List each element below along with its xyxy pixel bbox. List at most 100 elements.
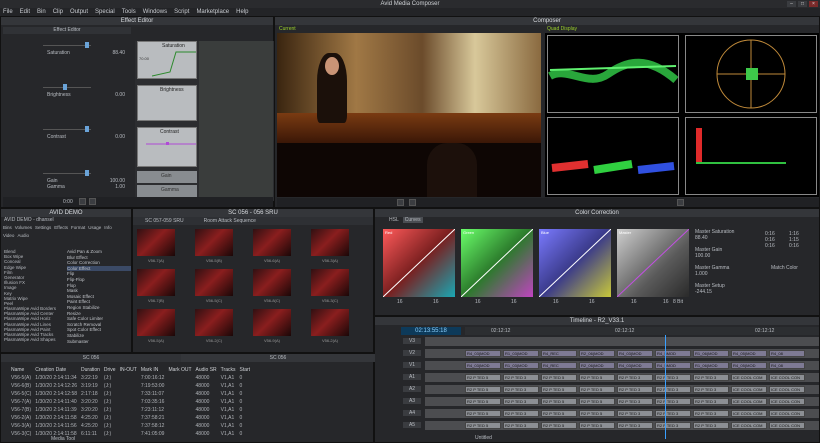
- contrast-slider[interactable]: [3, 124, 131, 134]
- menu-item-tools[interactable]: Tools: [122, 8, 136, 16]
- timeline-clip[interactable]: R1_03(MOD: [503, 362, 539, 369]
- timeline-clip[interactable]: R4_03(MOD: [465, 362, 501, 369]
- master-curve[interactable]: Master: [617, 229, 689, 297]
- timeline-clip[interactable]: R2 P TED 3: [503, 386, 539, 393]
- timeline-clip[interactable]: ICE COOL COM: [731, 410, 767, 417]
- clip-thumbnail[interactable]: V56-7(A): [137, 229, 175, 263]
- timeline-clip[interactable]: R2_06(MOD: [579, 350, 615, 357]
- column-header[interactable]: Mark IN: [139, 366, 167, 374]
- timeline-clip[interactable]: R2 P TED 3: [503, 374, 539, 381]
- clip-thumbnail[interactable]: V56-7(B): [137, 269, 175, 303]
- timeline-clip[interactable]: R2 P TED 5: [579, 374, 615, 381]
- timeline-clip[interactable]: R2 P TED 3: [693, 422, 729, 429]
- timeline-clip[interactable]: ICE COOL CON: [769, 386, 805, 393]
- timeline-clip[interactable]: R1_06(MOD: [693, 362, 729, 369]
- table-row[interactable]: V56-7(B) 1/30/20 2:14:11:39 3:20:20 (J:) 7:2…: [9, 406, 252, 414]
- timeline-clip[interactable]: ICE COOL CON: [769, 422, 805, 429]
- timeline-clip[interactable]: R2 P TED 3: [693, 374, 729, 381]
- tab-settings[interactable]: Settings: [35, 224, 51, 232]
- column-header[interactable]: Start: [237, 366, 252, 374]
- track-label[interactable]: V1: [403, 362, 421, 368]
- timeline-clip[interactable]: R2 P TED 3: [655, 410, 691, 417]
- timeline-clip[interactable]: R1_03(MOD: [503, 350, 539, 357]
- play-button[interactable]: [79, 198, 86, 205]
- play-button[interactable]: [409, 199, 416, 206]
- timeline-clip[interactable]: R2 P TED 3: [693, 398, 729, 405]
- timeline-clip[interactable]: R4_5MOD: [655, 350, 691, 357]
- timeline-clip[interactable]: R2 P TED 3: [503, 410, 539, 417]
- column-header[interactable]: IN-OUT: [118, 366, 139, 374]
- subtab-audio[interactable]: Audio: [17, 232, 29, 239]
- tab-format[interactable]: Format: [71, 224, 85, 232]
- clip-thumbnail[interactable]: V56-5(B): [195, 229, 233, 263]
- tab-curves[interactable]: Curves: [402, 217, 423, 223]
- saturation-graph[interactable]: Saturation 70.00: [137, 41, 197, 79]
- tab-room-attack[interactable]: Room Attack Sequence: [204, 217, 256, 225]
- timeline-clip[interactable]: R2 P TED 5: [579, 422, 615, 429]
- timeline-clip[interactable]: R2 P TED 5: [579, 410, 615, 417]
- step-forward-button[interactable]: [677, 199, 684, 206]
- track-label[interactable]: V3: [403, 338, 421, 344]
- minimize-icon[interactable]: –: [787, 1, 796, 7]
- track-label[interactable]: V2: [403, 350, 421, 356]
- clip-thumbnail[interactable]: V56-5(A): [137, 309, 175, 343]
- timeline-clip[interactable]: R4_03(MOD: [617, 350, 653, 357]
- timeline-clip[interactable]: R2 P TED 3: [655, 422, 691, 429]
- timeline-clip[interactable]: ICE COOL CON: [769, 398, 805, 405]
- column-header[interactable]: Duration: [79, 366, 102, 374]
- maximize-icon[interactable]: □: [798, 1, 807, 7]
- table-row[interactable]: V56-6(B) 1/30/20 2:14:12:26 3:19:19 (J:) 7:1…: [9, 382, 252, 390]
- timeline-clip[interactable]: R2 P TED 5: [541, 386, 577, 393]
- timeline-clip[interactable]: R2 P TED 5: [465, 386, 501, 393]
- quad-display[interactable]: [545, 33, 819, 197]
- timeline-clip[interactable]: R4_REC: [541, 362, 577, 369]
- timeline-clip[interactable]: R4_REC: [541, 350, 577, 357]
- clip-thumbnail[interactable]: V56-6(A): [253, 229, 291, 263]
- tab-usage[interactable]: Usage: [88, 224, 101, 232]
- timeline-clip[interactable]: R4_05(MOD: [731, 362, 767, 369]
- master-value[interactable]: 100.00: [695, 253, 761, 259]
- timeline-clip[interactable]: R2 P TED 5: [465, 398, 501, 405]
- tab-volumes[interactable]: Volumes: [15, 224, 32, 232]
- timeline-clip[interactable]: R2 P TED 3: [655, 398, 691, 405]
- subtab-video[interactable]: Video: [3, 232, 14, 239]
- track-v1[interactable]: V1 R4_03(MOD R1_03(MOD R4_REC R2_06(MOD R4_03…: [403, 361, 819, 370]
- menu-item-edit[interactable]: Edit: [20, 8, 30, 16]
- loop-button[interactable]: [89, 198, 96, 205]
- menu-item-special[interactable]: Special: [95, 8, 115, 16]
- track-label[interactable]: A1: [403, 374, 421, 380]
- gain-graph[interactable]: Gain: [137, 171, 197, 183]
- timeline-clip[interactable]: R2 P TED 3: [503, 422, 539, 429]
- track-label[interactable]: A2: [403, 386, 421, 392]
- timeline-clip[interactable]: R2 P TED 5: [541, 410, 577, 417]
- timeline-clip[interactable]: R2 P TED 5: [541, 422, 577, 429]
- tab-bins[interactable]: Bins: [3, 224, 12, 232]
- brightness-slider[interactable]: [3, 82, 131, 92]
- menu-item-script[interactable]: Script: [174, 8, 189, 16]
- menu-item-bin[interactable]: Bin: [37, 8, 46, 16]
- track-label[interactable]: A3: [403, 398, 421, 404]
- timeline-clip[interactable]: R2 P TED 3: [617, 410, 653, 417]
- track-a4[interactable]: A4 R2 P TED 5 R2 P TED 3 R2 P TED 5 R2 P TED…: [403, 409, 819, 418]
- timeline-clip[interactable]: R2 P TED 3: [617, 374, 653, 381]
- master-value[interactable]: 88.40: [695, 235, 761, 241]
- clip-thumbnail[interactable]: V56-3(A): [311, 229, 349, 263]
- column-header[interactable]: Creation Date: [33, 366, 79, 374]
- master-control[interactable]: Master Gamma 1.000: [695, 265, 761, 283]
- timeline-clip[interactable]: R2 P TED 3: [617, 398, 653, 405]
- red-curve[interactable]: Red: [383, 229, 455, 297]
- column-header[interactable]: Mark OUT: [166, 366, 193, 374]
- timeline-clip[interactable]: ICE COOL COM: [731, 374, 767, 381]
- track-a3[interactable]: A3 R2 P TED 5 R2 P TED 3 R2 P TED 5 R2 P TED…: [403, 397, 819, 406]
- timeline-clip[interactable]: R2 P TED 3: [617, 422, 653, 429]
- contrast-graph[interactable]: Contrast: [137, 127, 197, 167]
- column-header[interactable]: Drive: [102, 366, 118, 374]
- effect-category[interactable]: PlasmaWipe Avid Shapes: [4, 337, 64, 342]
- clip-thumbnail[interactable]: V56-2(C): [195, 309, 233, 343]
- gain-slider[interactable]: [3, 168, 131, 178]
- timeline-clip[interactable]: R4_08: [769, 350, 805, 357]
- table-row[interactable]: V56-7(A) 1/30/20 2:14:11:40 3:20:20 (J:) 7:0…: [9, 398, 252, 406]
- track-a2[interactable]: A2 R2 P TED 5 R2 P TED 3 R2 P TED 5 R2 P TED…: [403, 385, 819, 394]
- step-back-button[interactable]: [397, 199, 404, 206]
- timeline-clip[interactable]: R4_03(MOD: [617, 362, 653, 369]
